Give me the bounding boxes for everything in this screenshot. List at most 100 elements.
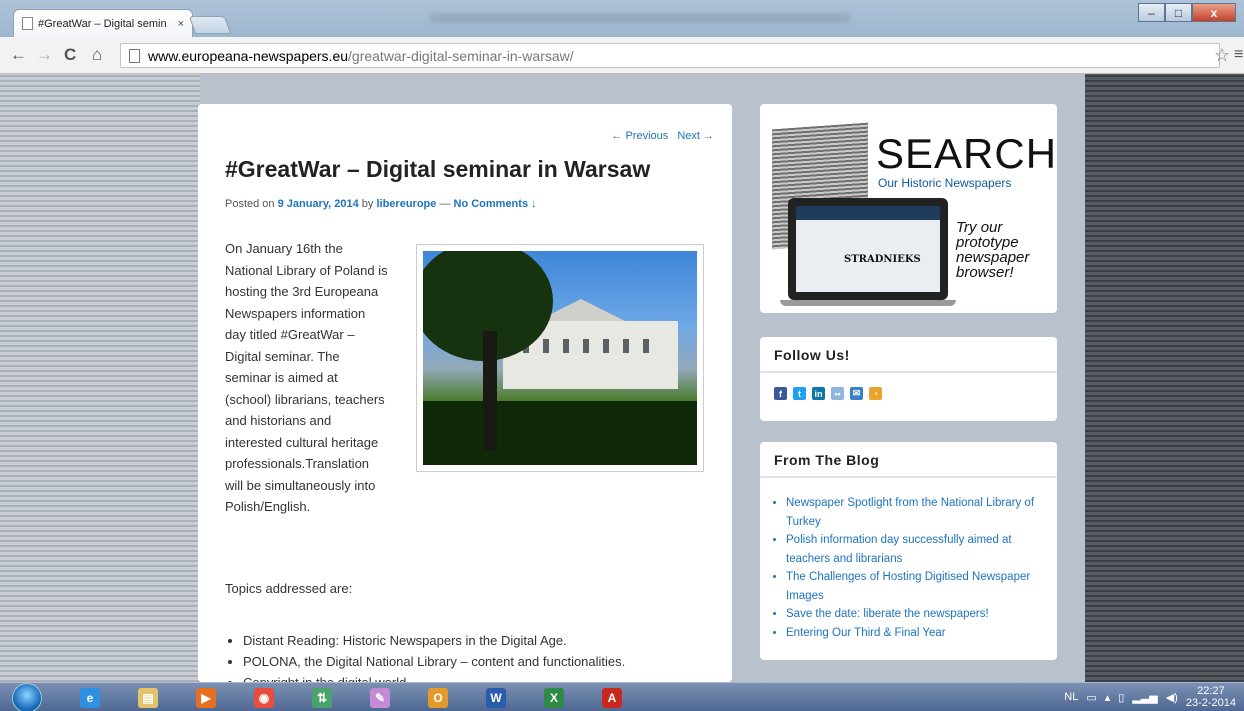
paint-glyph: ✎ bbox=[370, 688, 390, 708]
photo-window bbox=[603, 339, 609, 353]
post-body-line: and historians and bbox=[225, 413, 332, 428]
tab-close-icon[interactable]: × bbox=[178, 18, 184, 30]
topic-item: Copyright in the digital world. bbox=[243, 672, 638, 682]
media-player-taskbar-icon[interactable]: ▶ bbox=[184, 685, 228, 711]
network-taskbar-icon[interactable]: ⇅ bbox=[300, 685, 344, 711]
taskbar-clock[interactable]: 22:27 23-2-2014 bbox=[1186, 685, 1236, 709]
photo-window bbox=[643, 339, 649, 353]
network-glyph: ⇅ bbox=[312, 688, 332, 708]
browser-toolbar: ← → C ⌂ www.europeana-newspapers.eu/grea… bbox=[0, 37, 1244, 74]
browser-tab[interactable]: #GreatWar – Digital semin × bbox=[13, 9, 193, 37]
blurred-window-title bbox=[430, 13, 850, 23]
post-body-line: day titled #GreatWar – bbox=[225, 327, 355, 342]
blog-post-link[interactable]: Newspaper Spotlight from the National Li… bbox=[786, 494, 1043, 531]
post-body: On January 16th the National Library of P… bbox=[225, 238, 395, 518]
post-body-line: professionals.Translation bbox=[225, 456, 370, 471]
search-banner-subtitle: Our Historic Newspapers bbox=[878, 176, 1012, 190]
home-icon[interactable]: ⌂ bbox=[92, 46, 102, 64]
linkedin-icon[interactable]: in bbox=[812, 387, 825, 400]
volume-icon[interactable]: ◀) bbox=[1166, 691, 1178, 704]
word-taskbar-icon[interactable]: W bbox=[474, 685, 518, 711]
new-tab-button[interactable] bbox=[188, 16, 232, 34]
previous-post-link[interactable]: ← Previous bbox=[611, 130, 668, 142]
post-body-line: Digital seminar. The bbox=[225, 348, 340, 364]
newspaper-background-left bbox=[0, 74, 200, 682]
excel-taskbar-icon[interactable]: X bbox=[532, 685, 576, 711]
paint-taskbar-icon[interactable]: ✎ bbox=[358, 685, 402, 711]
laptop-screen-header bbox=[796, 206, 940, 220]
forward-icon[interactable]: → bbox=[36, 46, 53, 64]
post-body-line: hosting the 3rd Europeana bbox=[225, 284, 379, 299]
tab-title: #GreatWar – Digital semin bbox=[38, 17, 167, 30]
explorer-taskbar-icon[interactable]: ▤ bbox=[126, 685, 170, 711]
reload-icon[interactable]: C bbox=[64, 46, 76, 64]
search-banner-tagline: Try our prototype newspaper browser! bbox=[956, 220, 1029, 280]
search-tagline-line: browser! bbox=[956, 264, 1014, 281]
window-controls: – □ x bbox=[1138, 3, 1236, 22]
post-body-line: interested cultural heritage bbox=[225, 434, 379, 450]
post-title: #GreatWar – Digital seminar in Warsaw bbox=[225, 156, 651, 182]
menu-icon[interactable]: ≡ bbox=[1234, 46, 1244, 64]
meta-by: by bbox=[358, 198, 377, 210]
flickr-icon[interactable]: •• bbox=[831, 387, 844, 400]
post-navigation: ← Previous Next → bbox=[605, 130, 714, 142]
bookmark-star-icon[interactable]: ☆ bbox=[1214, 45, 1230, 66]
topics-heading: Topics addressed are: bbox=[225, 581, 353, 596]
keyboard-icon[interactable]: ▭ bbox=[1086, 691, 1096, 704]
battery-icon[interactable]: ▯ bbox=[1118, 691, 1124, 704]
photo-window bbox=[543, 339, 549, 353]
next-post-link[interactable]: Next → bbox=[677, 130, 714, 142]
clock-date: 23-2-2014 bbox=[1185, 697, 1236, 709]
clock-time: 22:27 bbox=[1197, 685, 1225, 697]
social-icons: f t in •• ✉ ◔ bbox=[760, 373, 1057, 414]
back-icon[interactable]: ← bbox=[10, 46, 27, 64]
page-viewport[interactable]: ← Previous Next → #GreatWar – Digital se… bbox=[0, 74, 1244, 682]
windows-taskbar: e ▤ ▶ ◉ ⇅ ✎ O W X A NL ▭ ▴ ▯ ▂▃▅ ◀) 22:27 23-2-20… bbox=[0, 682, 1244, 711]
blog-post-link[interactable]: Entering Our Third & Final Year bbox=[786, 624, 1043, 643]
media-player-glyph: ▶ bbox=[196, 688, 216, 708]
facebook-icon[interactable]: f bbox=[774, 387, 787, 400]
system-tray: NL ▭ ▴ ▯ ▂▃▅ ◀) 22:27 23-2-2014 bbox=[1064, 685, 1236, 709]
laptop-screen-text: STRADNIEKS bbox=[844, 254, 921, 265]
language-indicator[interactable]: NL bbox=[1064, 691, 1078, 703]
laptop-base bbox=[780, 300, 956, 306]
search-banner[interactable]: SEARCH Our Historic Newspapers STRADNIEK… bbox=[772, 116, 1056, 306]
photo-window bbox=[563, 339, 569, 353]
blog-post-link[interactable]: Polish information day successfully aime… bbox=[786, 531, 1043, 568]
photo-window bbox=[583, 339, 589, 353]
search-tagline-line: newspaper bbox=[956, 249, 1030, 266]
network-signal-icon[interactable]: ▂▃▅ bbox=[1132, 691, 1157, 704]
post-content: ← Previous Next → #GreatWar – Digital se… bbox=[198, 104, 732, 682]
search-tagline-line: Try our bbox=[956, 219, 1003, 236]
email-icon[interactable]: ✉ bbox=[850, 387, 863, 400]
post-image[interactable] bbox=[416, 244, 704, 472]
post-body-line: (school) librarians, teachers bbox=[225, 391, 385, 407]
blog-post-link[interactable]: The Challenges of Hosting Digitised News… bbox=[786, 568, 1043, 605]
close-window-button[interactable]: x bbox=[1192, 3, 1236, 22]
address-bar[interactable]: www.europeana-newspapers.eu/greatwar-dig… bbox=[120, 43, 1220, 68]
blog-post-link[interactable]: Save the date: liberate the newspapers! bbox=[786, 605, 1043, 624]
twitter-icon[interactable]: t bbox=[793, 387, 806, 400]
outlook-glyph: O bbox=[428, 688, 448, 708]
follow-us-widget: Follow Us! f t in •• ✉ ◔ bbox=[760, 337, 1057, 421]
post-date-link[interactable]: 9 January, 2014 bbox=[278, 198, 359, 210]
chrome-taskbar-icon[interactable]: ◉ bbox=[242, 685, 286, 711]
acrobat-taskbar-icon[interactable]: A bbox=[590, 685, 634, 711]
author-link[interactable]: libereurope bbox=[376, 198, 436, 210]
explorer-glyph: ▤ bbox=[138, 688, 158, 708]
topics-list: Distant Reading: Historic Newspapers in … bbox=[243, 630, 638, 682]
laptop-screen: STRADNIEKS bbox=[796, 206, 940, 292]
maximize-button[interactable]: □ bbox=[1165, 3, 1192, 22]
rss-icon[interactable]: ◔ bbox=[869, 387, 882, 400]
excel-glyph: X bbox=[544, 688, 564, 708]
post-body-line: will be simultaneously into bbox=[225, 477, 376, 493]
search-banner-widget[interactable]: SEARCH Our Historic Newspapers STRADNIEK… bbox=[760, 104, 1057, 313]
minimize-button[interactable]: – bbox=[1138, 3, 1165, 22]
comments-link[interactable]: No Comments ↓ bbox=[454, 198, 537, 210]
ie-glyph: e bbox=[80, 688, 100, 708]
ie-taskbar-icon[interactable]: e bbox=[68, 685, 112, 711]
tray-expand-icon[interactable]: ▴ bbox=[1105, 691, 1111, 704]
url-text: www.europeana-newspapers.eu/greatwar-dig… bbox=[148, 48, 574, 64]
start-button[interactable] bbox=[12, 683, 42, 711]
outlook-taskbar-icon[interactable]: O bbox=[416, 685, 460, 711]
